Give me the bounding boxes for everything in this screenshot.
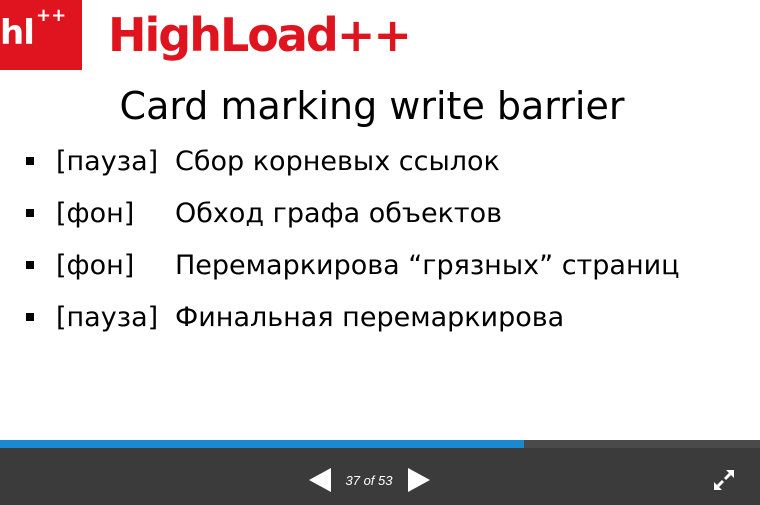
bullet-square-icon <box>26 157 34 165</box>
bullet-text: Сбор корневых ссылок <box>175 146 500 177</box>
slide-title: Card marking write barrier <box>119 84 625 128</box>
previous-slide-button[interactable] <box>308 467 332 493</box>
progress-fill <box>0 440 525 448</box>
bullet-tag: [фон] <box>56 250 135 281</box>
bullet-tag: [пауза] <box>56 146 159 177</box>
bullet-square-icon <box>26 313 34 321</box>
expand-arrows-icon <box>714 470 734 490</box>
bullet-tag: [пауза] <box>56 302 159 333</box>
hl-logo-text: hl <box>0 13 35 53</box>
fullscreen-button[interactable] <box>713 469 735 491</box>
player-controls: 37 of 53 <box>0 448 760 505</box>
bullet-tag: [фон] <box>56 198 135 229</box>
bullet-text: Обход графа объектов <box>175 198 503 229</box>
page-indicator: 37 of 53 <box>345 473 393 488</box>
hl-logo-badge: hl ++ <box>0 0 82 70</box>
bullet-square-icon <box>26 261 34 269</box>
hl-logo-plus: ++ <box>36 5 67 26</box>
next-slide-button[interactable] <box>407 467 431 493</box>
bullet-text: Перемаркирова “грязных” страниц <box>175 250 680 281</box>
bullet-text: Финальная перемаркирова <box>175 302 565 333</box>
highload-logo: HighLoad++ <box>108 8 412 62</box>
progress-bar[interactable] <box>0 440 760 448</box>
slide: hl ++ HighLoad++ Card marking write barr… <box>0 0 760 440</box>
bullet-square-icon <box>26 209 34 217</box>
triangle-left-icon <box>309 468 331 492</box>
triangle-right-icon <box>408 468 430 492</box>
